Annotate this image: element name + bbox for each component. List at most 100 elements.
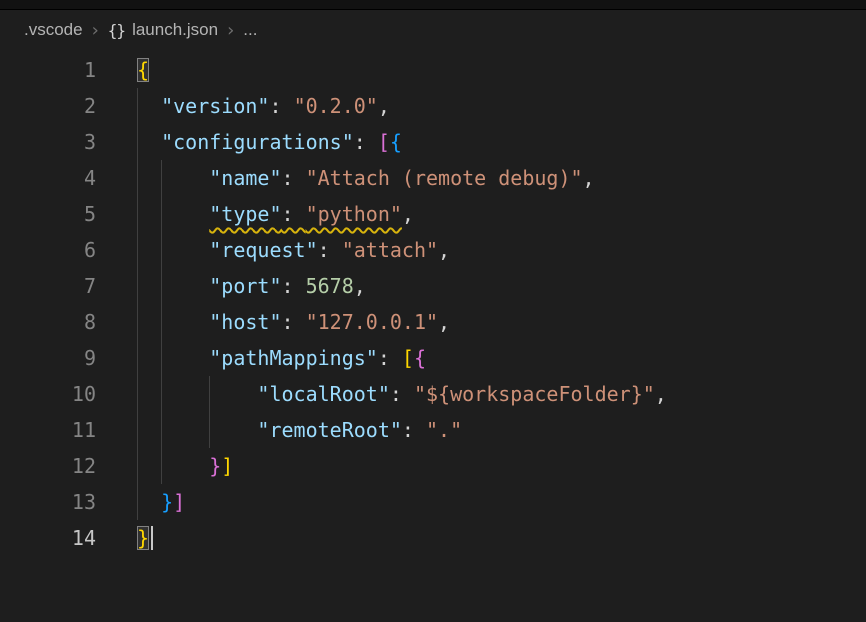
code-line-content[interactable]: "configurations": [{ [137,124,402,160]
code-line[interactable]: 9 "pathMappings": [{ [26,340,866,376]
code-line-content[interactable]: "localRoot": "${workspaceFolder}", [137,376,667,412]
code-token: : [318,238,342,262]
code-token [137,238,209,262]
code-line[interactable]: 4 "name": "Attach (remote debug)", [26,160,866,196]
line-number[interactable]: 7 [26,268,96,304]
code-token: : [354,130,378,154]
code-token: , [378,94,390,118]
code-token: "pathMappings" [209,346,378,370]
code-line[interactable]: 6 "request": "attach", [26,232,866,268]
code-token [137,346,209,370]
editor[interactable]: 1{2 "version": "0.2.0",3 "configurations… [0,50,866,556]
code-token: "0.2.0" [294,94,378,118]
code-token: } [161,490,173,514]
code-line[interactable]: 13 }] [26,484,866,520]
code-line[interactable]: 3 "configurations": [{ [26,124,866,160]
code-line-content[interactable]: "pathMappings": [{ [137,340,426,376]
line-number[interactable]: 10 [26,376,96,412]
code-token: : [402,418,426,442]
code-token: "name" [209,166,281,190]
code-line-content[interactable]: { [137,52,149,88]
breadcrumb-symbol-more[interactable]: ... [243,20,257,40]
code-token: : [282,274,306,298]
code-token: [ [378,130,390,154]
line-number[interactable]: 12 [26,448,96,484]
code-lines: 1{2 "version": "0.2.0",3 "configurations… [26,52,866,556]
code-token: , [354,274,366,298]
line-number[interactable]: 4 [26,160,96,196]
code-line[interactable]: 8 "host": "127.0.0.1", [26,304,866,340]
code-token: "port" [209,274,281,298]
code-token: "request" [209,238,317,262]
breadcrumb: .vscode › {} launch.json › ... [0,10,866,50]
code-line[interactable]: 7 "port": 5678, [26,268,866,304]
code-token: { [390,130,402,154]
line-number[interactable]: 2 [26,88,96,124]
breadcrumb-file[interactable]: {} launch.json [108,20,218,40]
json-file-icon: {} [108,21,125,40]
text-cursor [151,526,153,550]
code-token: { [137,58,149,82]
breadcrumb-file-label: launch.json [132,20,218,40]
code-token: , [438,238,450,262]
code-token: "." [426,418,462,442]
code-token [137,94,161,118]
code-line-content[interactable]: "version": "0.2.0", [137,88,390,124]
chevron-right-icon: › [92,20,99,41]
code-line[interactable]: 11 "remoteRoot": "." [26,412,866,448]
code-line-content[interactable]: "request": "attach", [137,232,450,268]
code-line-content[interactable]: }] [137,448,233,484]
code-line-content[interactable]: "remoteRoot": "." [137,412,462,448]
code-token: , [438,310,450,334]
breadcrumb-folder[interactable]: .vscode [24,20,83,40]
code-token: "localRoot" [257,382,389,406]
code-line[interactable]: 14} [26,520,866,556]
code-line-content[interactable]: }] [137,484,185,520]
code-line-content[interactable]: "port": 5678, [137,268,366,304]
code-token: "configurations" [161,130,354,154]
code-token: , [655,382,667,406]
line-number[interactable]: 13 [26,484,96,520]
code-token: 5678 [306,274,354,298]
code-token: : [282,310,306,334]
code-line[interactable]: 5 "type": "python", [26,196,866,232]
line-number[interactable]: 6 [26,232,96,268]
line-number[interactable]: 9 [26,340,96,376]
code-token [137,202,209,226]
line-number[interactable]: 14 [26,520,96,556]
line-number[interactable]: 1 [26,52,96,88]
code-token: "attach" [342,238,438,262]
code-line[interactable]: 10 "localRoot": "${workspaceFolder}", [26,376,866,412]
line-number[interactable]: 3 [26,124,96,160]
code-line-content[interactable]: "type": "python", [137,196,414,232]
chevron-right-icon: › [227,20,234,41]
code-token: { [414,346,426,370]
line-number[interactable]: 5 [26,196,96,232]
code-line-content[interactable]: "host": "127.0.0.1", [137,304,450,340]
code-line-content[interactable]: } [137,520,153,556]
code-token [137,454,209,478]
code-token: "type" [209,202,281,226]
code-token: : [269,94,293,118]
code-token: [ [402,346,414,370]
code-token: : [282,166,306,190]
line-number[interactable]: 8 [26,304,96,340]
code-line[interactable]: 12 }] [26,448,866,484]
code-token: "${workspaceFolder}" [414,382,655,406]
line-number[interactable]: 11 [26,412,96,448]
code-token: "host" [209,310,281,334]
code-token [137,166,209,190]
code-token [137,130,161,154]
code-token: : [390,382,414,406]
code-token: "Attach (remote debug)" [306,166,583,190]
code-line[interactable]: 2 "version": "0.2.0", [26,88,866,124]
code-line-content[interactable]: "name": "Attach (remote debug)", [137,160,595,196]
code-token [137,310,209,334]
window-top-strip [0,0,866,10]
code-token: "remoteRoot" [257,418,402,442]
code-token: "127.0.0.1" [306,310,438,334]
code-token [137,382,257,406]
code-token: "python" [306,202,402,226]
code-token: : [282,202,306,226]
code-line[interactable]: 1{ [26,52,866,88]
